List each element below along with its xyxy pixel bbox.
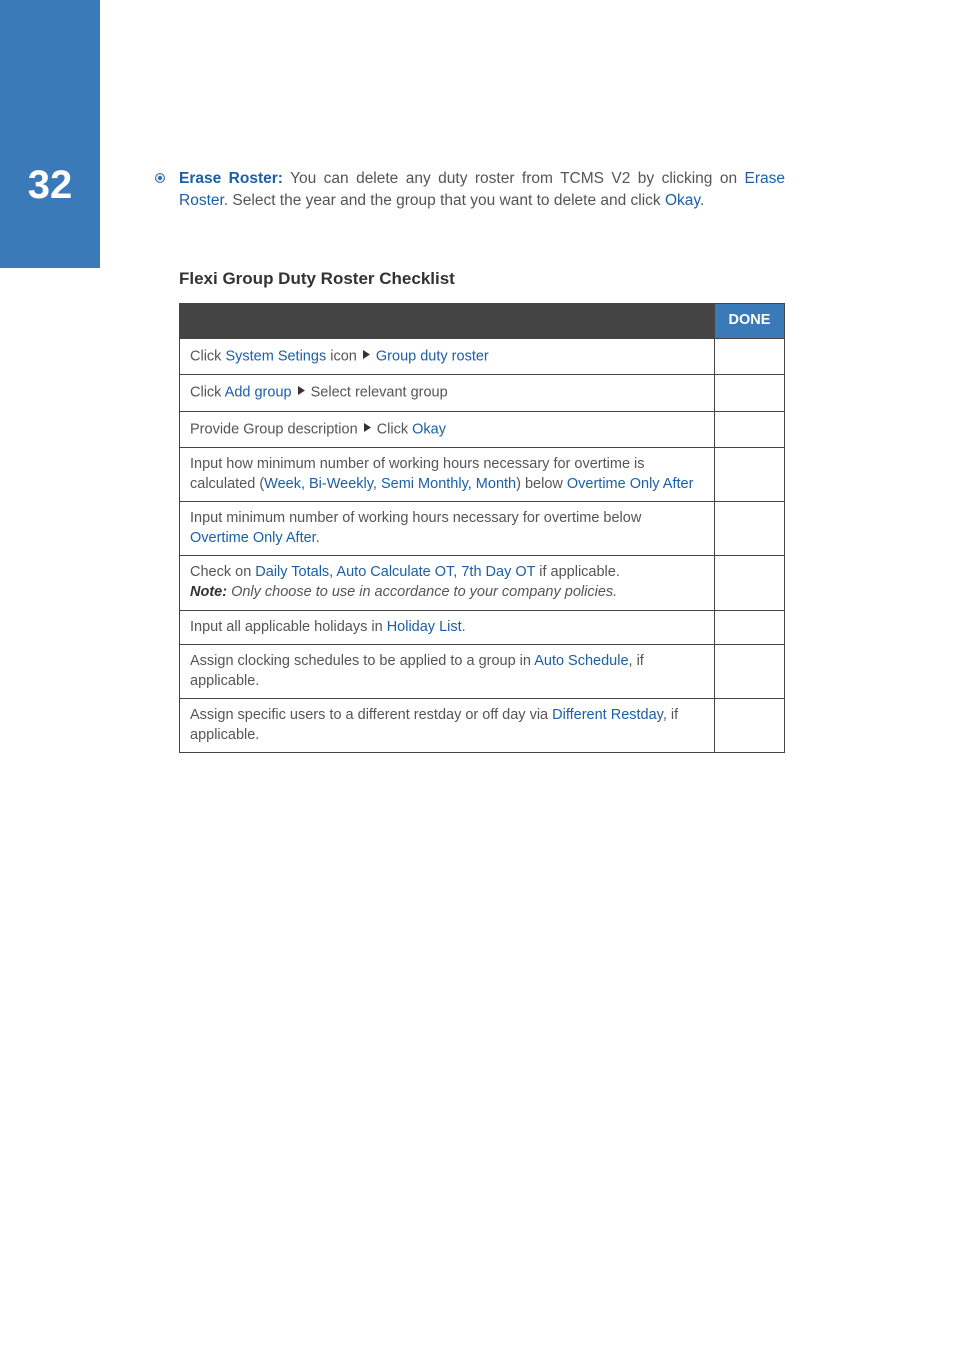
text: .	[462, 619, 466, 635]
note-text: Only choose to use in accordance to your…	[227, 584, 617, 600]
erase-roster-text-2: . Select the year and the group that you…	[224, 192, 665, 209]
link-text: Overtime Only After	[190, 530, 316, 546]
bullet-icon	[155, 173, 165, 183]
erase-roster-text-3: .	[700, 192, 704, 209]
erase-roster-link-2: Okay	[665, 192, 700, 209]
table-row: Input all applicable holidays in Holiday…	[180, 610, 785, 645]
link-text: Okay	[412, 421, 446, 437]
table-row: Assign specific users to a different res…	[180, 699, 785, 753]
done-cell	[715, 556, 785, 610]
checklist-table: DONE Click System Setings icon Group dut…	[179, 303, 785, 753]
table-row: Click System Setings icon Group duty ros…	[180, 338, 785, 375]
done-cell	[715, 375, 785, 412]
link-text: Overtime Only After	[567, 476, 694, 492]
done-cell	[715, 411, 785, 448]
checklist-cell: Input minimum number of working hours ne…	[180, 502, 715, 556]
table-row: Provide Group description Click Okay	[180, 411, 785, 448]
text: .	[316, 530, 320, 546]
checklist-cell: Click System Setings icon Group duty ros…	[180, 338, 715, 375]
text: Click	[190, 385, 225, 401]
link-text: System Setings	[225, 348, 326, 364]
checklist-cell: Check on Daily Totals, Auto Calculate OT…	[180, 556, 715, 610]
checklist-cell: Provide Group description Click Okay	[180, 411, 715, 448]
table-row: Assign clocking schedules to be applied …	[180, 645, 785, 699]
done-cell	[715, 699, 785, 753]
triangle-icon	[364, 419, 371, 439]
checklist-cell: Input all applicable holidays in Holiday…	[180, 610, 715, 645]
erase-roster-lead: Erase Roster:	[179, 170, 283, 187]
done-cell	[715, 610, 785, 645]
table-row: Input how minimum number of working hour…	[180, 448, 785, 502]
section-heading: Flexi Group Duty Roster Checklist	[155, 269, 785, 289]
link-text: Week, Bi-Weekly, Semi Monthly, Month	[264, 476, 516, 492]
page-number: 32	[28, 163, 73, 208]
text: icon	[326, 348, 361, 364]
link-text: Different Restday	[552, 707, 663, 723]
triangle-icon	[298, 382, 305, 402]
done-cell	[715, 502, 785, 556]
text: Provide Group description	[190, 421, 362, 437]
done-cell	[715, 448, 785, 502]
checklist-cell: Assign clocking schedules to be applied …	[180, 645, 715, 699]
link-text: Daily Totals, Auto Calculate OT, 7th Day…	[255, 564, 535, 580]
checklist-cell: Input how minimum number of working hour…	[180, 448, 715, 502]
page-number-box: 32	[0, 0, 100, 268]
link-text: Holiday List	[387, 619, 462, 635]
text: Input minimum number of working hours ne…	[190, 510, 641, 526]
blank-header	[180, 303, 715, 338]
table-row: Check on Daily Totals, Auto Calculate OT…	[180, 556, 785, 610]
table-row: Input minimum number of working hours ne…	[180, 502, 785, 556]
text: Input all applicable holidays in	[190, 619, 387, 635]
note-label: Note:	[190, 584, 227, 600]
checklist-cell: Click Add group Select relevant group	[180, 375, 715, 412]
text: Click	[190, 348, 225, 364]
table-header-row: DONE	[180, 303, 785, 338]
done-header: DONE	[715, 303, 785, 338]
text: Assign clocking schedules to be applied …	[190, 653, 534, 669]
text: Select relevant group	[307, 385, 448, 401]
text: Assign specific users to a different res…	[190, 707, 552, 723]
erase-roster-text-1: You can delete any duty roster from TCMS…	[283, 170, 745, 187]
text: ) below	[516, 476, 567, 492]
main-content: Erase Roster: You can delete any duty ro…	[155, 168, 785, 753]
table-row: Click Add group Select relevant group	[180, 375, 785, 412]
link-text: Group duty roster	[376, 348, 489, 364]
link-text: Auto Schedule	[534, 653, 628, 669]
erase-roster-paragraph: Erase Roster: You can delete any duty ro…	[155, 168, 785, 213]
done-cell	[715, 338, 785, 375]
link-text: Add group	[225, 385, 292, 401]
text: Click	[373, 421, 412, 437]
text: Check on	[190, 564, 255, 580]
text: if applicable.	[535, 564, 620, 580]
checklist-cell: Assign specific users to a different res…	[180, 699, 715, 753]
triangle-icon	[363, 346, 370, 366]
done-cell	[715, 645, 785, 699]
